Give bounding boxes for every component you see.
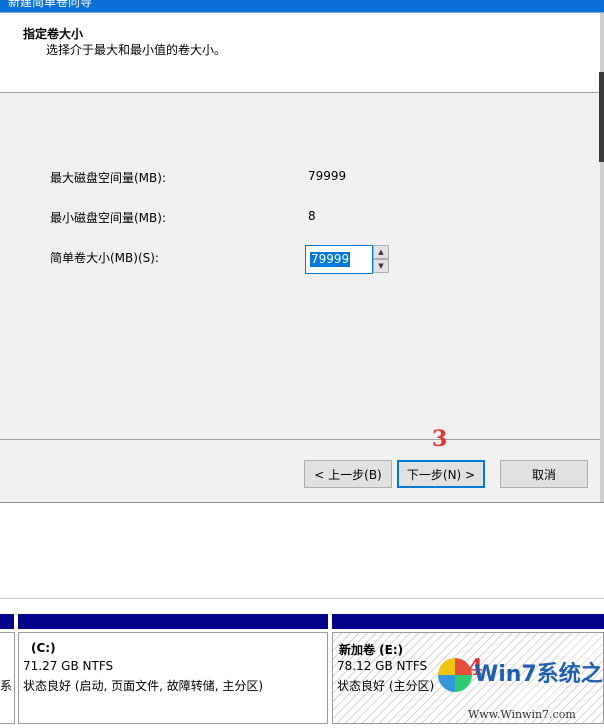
min-space-label: 最小磁盘空间量(MB): [50,211,166,225]
disk-bar-e-partition [332,614,604,629]
chevron-down-icon: ▼ [378,262,384,270]
chevron-up-icon: ▲ [378,248,384,256]
volume-size-label: 简单卷大小(MB)(S): [50,251,159,265]
volume-size-stepper[interactable]: 79999 ▲ ▼ [305,245,389,274]
partition-c-status: 状态良好 (启动, 页面文件, 故障转储, 主分区) [23,679,264,693]
wizard-content [0,93,600,439]
next-button[interactable]: 下一步(N) > [397,460,485,488]
partition-left-fragment[interactable]: 系 [0,632,15,724]
partition-c-size: 71.27 GB NTFS [23,659,114,673]
max-space-label: 最大磁盘空间量(MB): [50,171,166,185]
cancel-button[interactable]: 取消 [500,460,588,488]
watermark-brand: Win7系统之家 [474,662,604,687]
watermark: Win7系统之家 Www.Winwin7.com [438,648,604,724]
max-space-value: 79999 [308,169,347,183]
page-title: 指定卷大小 [23,27,84,41]
increment-button[interactable]: ▲ [373,245,389,259]
window-title: 新建简单卷向导 [8,0,93,9]
disk-bar-left-partition [0,614,14,629]
min-space-value: 8 [308,209,316,223]
partition-left-status: 系 [0,679,13,693]
partition-e-name: 新加卷 (E:) [339,643,404,657]
partition-e-size: 78.12 GB NTFS [337,659,428,673]
dialog-bottom-edge [0,502,604,503]
background-scrollbar-thumb[interactable] [599,72,604,162]
partition-c-name: (C:) [31,641,56,655]
decrement-button[interactable]: ▼ [373,259,389,273]
window-titlebar: 新建简单卷向导 [0,0,604,12]
windows-logo-icon [438,658,472,692]
page-subtitle: 选择介于最大和最小值的卷大小。 [46,43,227,57]
partition-c[interactable]: (C:) 71.27 GB NTFS 状态良好 (启动, 页面文件, 故障转储,… [18,632,328,724]
partition-e-status: 状态良好 (主分区) [337,679,435,693]
step-annotation-3: 3 [432,426,448,452]
wizard-header: 指定卷大小 选择介于最大和最小值的卷大小。 [0,13,600,92]
disk-bar-c-partition [18,614,328,629]
volume-size-input[interactable]: 79999 [305,245,373,274]
disk-map-top-border [0,598,604,599]
volume-size-selected-text: 79999 [310,252,351,267]
watermark-url: Www.Winwin7.com [468,708,576,721]
stepper-buttons: ▲ ▼ [373,245,389,274]
back-button[interactable]: < 上一步(B) [304,460,392,488]
